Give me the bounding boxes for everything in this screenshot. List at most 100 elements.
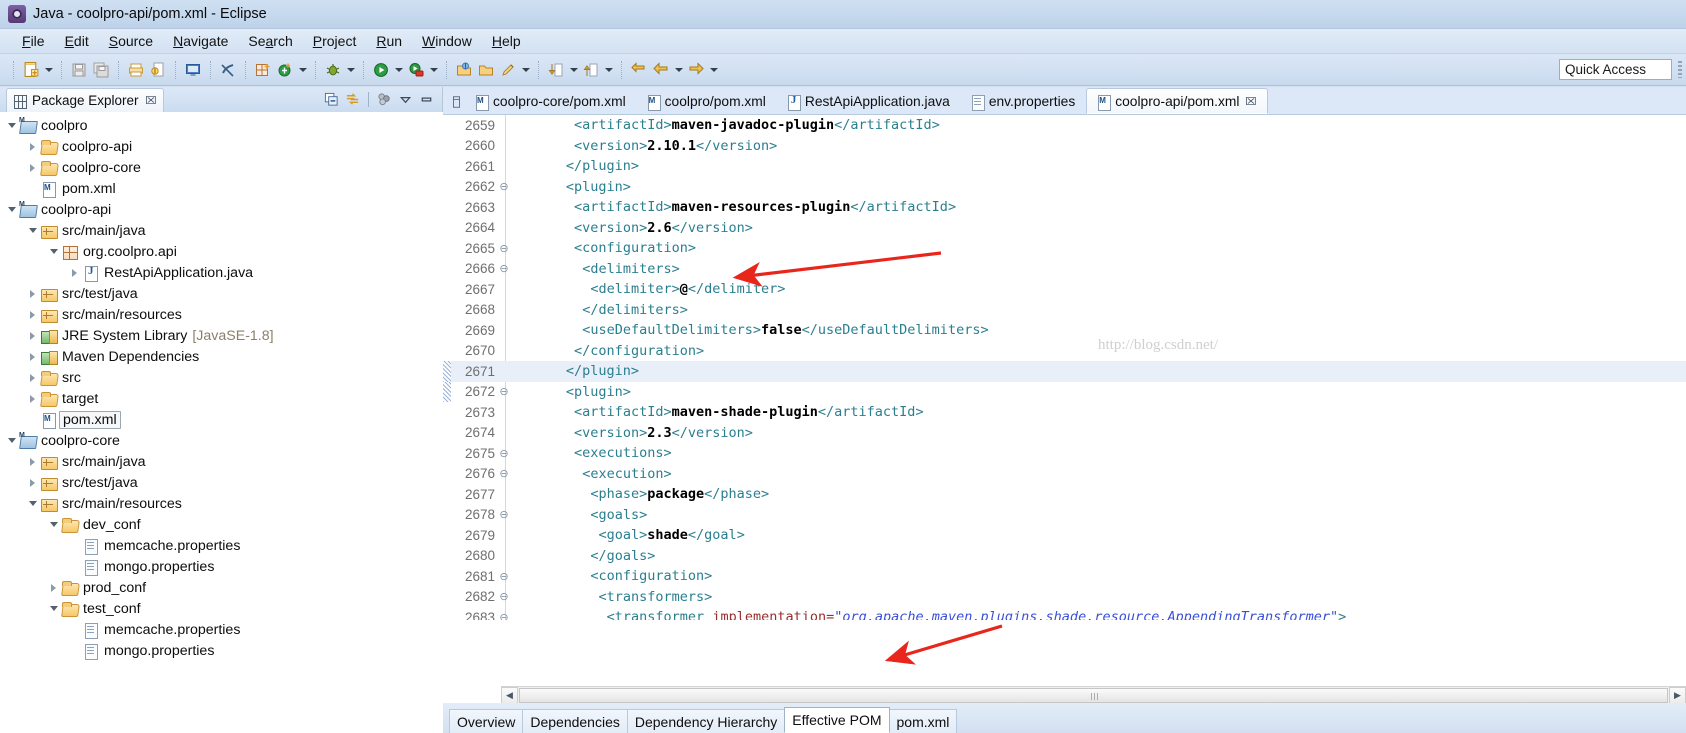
- menu-help[interactable]: Help: [482, 31, 531, 51]
- editor-tab-list-icon[interactable]: [447, 90, 465, 114]
- run-icon[interactable]: [370, 59, 392, 81]
- annotation-dropdown-icon[interactable]: [519, 59, 532, 81]
- expand-arrow-icon[interactable]: [46, 580, 61, 596]
- code-line-2660[interactable]: 2660 <version>2.10.1</version>: [443, 136, 1686, 157]
- tree-item-mongo.properties[interactable]: mongo.properties: [0, 640, 443, 661]
- menu-source[interactable]: Source: [99, 31, 163, 51]
- code-line-2662[interactable]: 2662 ⊖ <plugin>: [443, 177, 1686, 198]
- tree-item-coolpro-core[interactable]: coolpro-core: [0, 430, 443, 451]
- fold-collapse-icon[interactable]: ⊖: [497, 590, 511, 603]
- tree-item-prod_conf[interactable]: prod_conf: [0, 577, 443, 598]
- collapse-arrow-icon[interactable]: [46, 601, 61, 617]
- tree-item-memcache.properties[interactable]: memcache.properties: [0, 535, 443, 556]
- back-dropdown-icon[interactable]: [672, 59, 685, 81]
- run-dropdown-icon[interactable]: [392, 59, 405, 81]
- code-line-2673[interactable]: 2673 <artifactId>maven-shade-plugin</arti…: [443, 402, 1686, 423]
- last-edit-location-icon[interactable]: [628, 59, 650, 81]
- previous-annotation-dropdown-icon[interactable]: [602, 59, 615, 81]
- tree-item-coolpro-core[interactable]: coolpro-core: [0, 157, 443, 178]
- tree-item-target[interactable]: target: [0, 388, 443, 409]
- scrollbar-thumb[interactable]: [519, 687, 1668, 703]
- quick-access-input[interactable]: Quick Access: [1559, 59, 1672, 80]
- form-tab-overview[interactable]: Overview: [449, 709, 524, 733]
- menu-project[interactable]: Project: [303, 31, 367, 51]
- editor-tab-restapiapplication.java[interactable]: RestApiApplication.java: [777, 89, 961, 114]
- new-java-package-icon[interactable]: [252, 59, 274, 81]
- tree-item-src-main-resources[interactable]: src/main/resources: [0, 304, 443, 325]
- editor-tab-coolpro-core-pom.xml[interactable]: coolpro-core/pom.xml: [465, 89, 637, 114]
- tree-item-pom.xml[interactable]: pom.xml: [0, 178, 443, 199]
- tree-item-src[interactable]: src: [0, 367, 443, 388]
- code-line-2659[interactable]: 2659 <artifactId>maven-javadoc-plugin</ar…: [443, 115, 1686, 136]
- scroll-right-icon[interactable]: ▶: [1669, 686, 1686, 704]
- code-line-2669[interactable]: 2669 <useDefaultDelimiters>false</useDefa…: [443, 320, 1686, 341]
- tab-package-explorer[interactable]: Package Explorer ☒: [6, 88, 165, 112]
- collapse-arrow-icon[interactable]: [4, 202, 19, 218]
- code-line-2677[interactable]: 2677 <phase>package</phase>: [443, 484, 1686, 505]
- project-tree[interactable]: coolpro coolpro-api coolpro-core pom.xml coo…: [0, 112, 443, 733]
- tree-item-pom.xml[interactable]: pom.xml: [0, 409, 443, 430]
- expand-arrow-icon[interactable]: [25, 307, 40, 323]
- expand-arrow-icon[interactable]: [25, 349, 40, 365]
- tree-item-memcache.properties[interactable]: memcache.properties: [0, 619, 443, 640]
- code-line-2681[interactable]: 2681 ⊖ <configuration>: [443, 566, 1686, 587]
- editor-tab-coolpro-api-pom.xml[interactable]: coolpro-api/pom.xml ☒: [1086, 88, 1269, 114]
- collapse-arrow-icon[interactable]: [4, 433, 19, 449]
- next-annotation-icon[interactable]: [545, 59, 567, 81]
- view-menu-icon[interactable]: [396, 90, 415, 109]
- collapse-arrow-icon[interactable]: [25, 496, 40, 512]
- fold-collapse-icon[interactable]: ⊖: [497, 242, 511, 255]
- code-line-2672[interactable]: 2672 ⊖ <plugin>: [443, 381, 1686, 402]
- tree-item-dev_conf[interactable]: dev_conf: [0, 514, 443, 535]
- code-line-2675[interactable]: 2675 ⊖ <executions>: [443, 443, 1686, 464]
- form-tab-effective-pom[interactable]: Effective POM: [784, 707, 890, 733]
- code-line-2678[interactable]: 2678 ⊖ <goals>: [443, 505, 1686, 526]
- fold-collapse-icon[interactable]: ⊖: [497, 570, 511, 583]
- menu-navigate[interactable]: Navigate: [163, 31, 238, 51]
- form-tab-dependency-hierarchy[interactable]: Dependency Hierarchy: [626, 709, 786, 733]
- code-line-2664[interactable]: 2664 <version>2.6</version>: [443, 218, 1686, 239]
- next-annotation-dropdown-icon[interactable]: [567, 59, 580, 81]
- run-external-dropdown-icon[interactable]: [427, 59, 440, 81]
- code-line-2676[interactable]: 2676 ⊖ <execution>: [443, 464, 1686, 485]
- tree-item-src-test-java[interactable]: src/test/java: [0, 283, 443, 304]
- menu-window[interactable]: Window: [412, 31, 482, 51]
- expand-arrow-icon[interactable]: [25, 391, 40, 407]
- new-wizard-icon[interactable]: [20, 59, 42, 81]
- expand-arrow-icon[interactable]: [25, 454, 40, 470]
- code-line-2682[interactable]: 2682 ⊖ <transformers>: [443, 587, 1686, 608]
- tree-item-coolpro-api[interactable]: coolpro-api: [0, 199, 443, 220]
- collapse-arrow-icon[interactable]: [25, 223, 40, 239]
- expand-arrow-icon[interactable]: [25, 160, 40, 176]
- expand-arrow-icon[interactable]: [25, 475, 40, 491]
- new-wizard-dropdown-icon[interactable]: [42, 59, 55, 81]
- new-java-class-icon[interactable]: [274, 59, 296, 81]
- fold-collapse-icon[interactable]: ⊖: [497, 467, 511, 480]
- back-icon[interactable]: [650, 59, 672, 81]
- code-line-2666[interactable]: 2666 ⊖ <delimiters>: [443, 259, 1686, 280]
- tree-item-jre-system-library[interactable]: JRE System Library [JavaSE-1.8]: [0, 325, 443, 346]
- fold-collapse-icon[interactable]: ⊖: [497, 447, 511, 460]
- tree-item-src-main-java[interactable]: src/main/java: [0, 451, 443, 472]
- expand-arrow-icon[interactable]: [25, 370, 40, 386]
- code-line-2663[interactable]: 2663 <artifactId>maven-resources-plugin</…: [443, 197, 1686, 218]
- tree-item-org.coolpro.api[interactable]: org.coolpro.api: [0, 241, 443, 262]
- previous-annotation-icon[interactable]: [580, 59, 602, 81]
- view-menu-focus-icon[interactable]: [375, 90, 394, 109]
- scroll-left-icon[interactable]: ◀: [501, 686, 518, 704]
- print-icon[interactable]: [125, 59, 147, 81]
- debug-icon[interactable]: [322, 59, 344, 81]
- tree-item-coolpro-api[interactable]: coolpro-api: [0, 136, 443, 157]
- code-line-2671[interactable]: 2671 </plugin>: [443, 361, 1686, 382]
- new-annotation-icon[interactable]: [497, 59, 519, 81]
- menu-file[interactable]: File: [12, 31, 55, 51]
- editor-tab-coolpro-pom.xml[interactable]: coolpro/pom.xml: [637, 89, 777, 114]
- expand-arrow-icon[interactable]: [25, 286, 40, 302]
- tree-item-src-main-resources[interactable]: src/main/resources: [0, 493, 443, 514]
- forward-dropdown-icon[interactable]: [707, 59, 720, 81]
- tree-item-maven-dependencies[interactable]: Maven Dependencies: [0, 346, 443, 367]
- collapse-arrow-icon[interactable]: [4, 118, 19, 134]
- collapse-arrow-icon[interactable]: [46, 244, 61, 260]
- tree-item-coolpro[interactable]: coolpro: [0, 115, 443, 136]
- fold-collapse-icon[interactable]: ⊖: [497, 180, 511, 193]
